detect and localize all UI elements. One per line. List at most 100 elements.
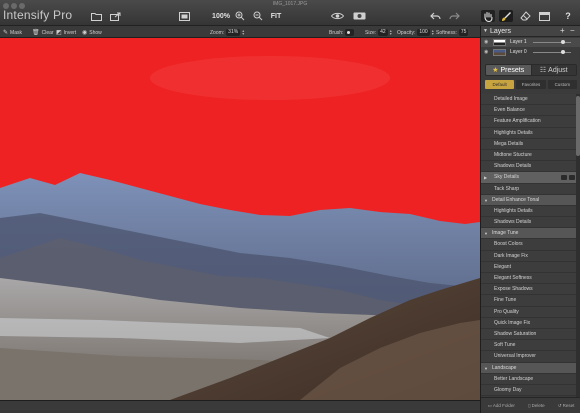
preset-item[interactable]: Tack Sharp: [481, 183, 580, 195]
layers-collapse-icon[interactable]: ▼: [483, 28, 488, 34]
layer-opacity-knob[interactable]: [561, 40, 565, 44]
zoom-stepper[interactable]: [242, 28, 246, 36]
subtab-favorites[interactable]: Favorites: [516, 80, 546, 89]
preset-favorite-icon[interactable]: [569, 175, 575, 181]
preset-label: Highlights Details: [494, 129, 533, 136]
delete-button[interactable]: ▯ Delete: [528, 403, 545, 409]
clear-button[interactable]: 🗑 Clear: [32, 29, 54, 37]
preset-scrollbar-thumb[interactable]: [576, 96, 580, 156]
preset-label: Soft Tune: [494, 342, 516, 349]
preset-item[interactable]: ▶ Sky Details: [481, 172, 580, 184]
show-mask-button[interactable]: ◉ Show: [82, 29, 102, 37]
mask-view-button[interactable]: [351, 10, 367, 22]
preset-item[interactable]: Fine Tune: [481, 295, 580, 307]
disclosure-down-icon[interactable]: ▼: [484, 195, 488, 206]
preset-edit-icon[interactable]: [561, 175, 567, 181]
preset-item[interactable]: Gloomy Day: [481, 384, 580, 397]
panel-tabs: ★ Presets ☷ Adjust: [485, 64, 577, 76]
remove-layer-icon[interactable]: −: [570, 26, 575, 35]
preset-item[interactable]: Expose Shadows: [481, 284, 580, 296]
folder-icon: [90, 12, 102, 21]
subtab-default[interactable]: Default: [485, 80, 515, 89]
disclosure-down-icon[interactable]: ▼: [484, 228, 488, 239]
reset-button[interactable]: ↺ Reset: [558, 403, 575, 409]
subtab-custom[interactable]: Custom: [547, 80, 577, 89]
zoom-value-field[interactable]: 31%: [226, 29, 241, 36]
panel-footer: ▭ Add Folder ▯ Delete ↺ Reset: [481, 397, 580, 413]
preset-item[interactable]: Shadows Details: [481, 161, 580, 173]
preset-item[interactable]: Better Landscape: [481, 373, 580, 385]
disclosure-right-icon[interactable]: ▶: [484, 172, 487, 183]
visibility-eye-icon[interactable]: ◉: [484, 39, 490, 45]
preset-item[interactable]: Mega Details: [481, 138, 580, 150]
redo-button[interactable]: [447, 10, 461, 22]
zoom-label: Zoom:: [210, 29, 225, 36]
add-folder-button[interactable]: ▭ Add Folder: [488, 403, 515, 409]
invert-button[interactable]: ◩ Invert: [56, 29, 76, 37]
preset-category[interactable]: ▼ Detail Enhance Tonal: [481, 194, 580, 206]
preset-category[interactable]: ▼ Image Tune: [481, 228, 580, 240]
eraser-tool-button[interactable]: [518, 10, 532, 22]
preset-item[interactable]: Detailed Image: [481, 94, 580, 106]
share-button[interactable]: [108, 10, 122, 22]
layout-button[interactable]: [537, 10, 551, 22]
layer-row[interactable]: ◉ Layer 1: [481, 38, 580, 47]
compare-view-button[interactable]: [177, 10, 191, 22]
image-canvas[interactable]: [0, 38, 480, 400]
zoom-100-button[interactable]: 100%: [211, 10, 231, 22]
preset-item[interactable]: Shadow Saturation: [481, 328, 580, 341]
disclosure-down-icon[interactable]: ▼: [484, 363, 488, 374]
zoom-in-icon: [235, 11, 244, 21]
layer-thumbnail: [493, 39, 506, 46]
preset-item[interactable]: Midtone Stucture: [481, 149, 580, 162]
open-folder-button[interactable]: [89, 10, 103, 22]
preset-item[interactable]: Universal Improver: [481, 351, 580, 363]
add-layer-icon[interactable]: +: [560, 26, 565, 35]
preset-item[interactable]: Even Balance: [481, 105, 580, 117]
preset-item[interactable]: Highlights Details: [481, 127, 580, 139]
eraser-icon: [519, 11, 531, 21]
preset-label: Pro Quality: [494, 308, 519, 315]
preset-label: Shadow Saturation: [494, 330, 537, 337]
share-icon: [109, 12, 120, 21]
zoom-out-button[interactable]: [251, 10, 264, 22]
preset-item[interactable]: Elegant Softness: [481, 273, 580, 285]
tab-adjust[interactable]: ☷ Adjust: [531, 64, 577, 76]
preset-item[interactable]: Quick Image Fix: [481, 317, 580, 329]
preset-item[interactable]: Dark Image Fix: [481, 250, 580, 262]
preset-item[interactable]: Shadows Details: [481, 217, 580, 229]
brush-tool-button[interactable]: [499, 10, 513, 22]
preset-item[interactable]: Feature Amplification: [481, 116, 580, 128]
preset-label: Quick Image Fix: [494, 319, 531, 326]
eye-icon: ◉: [82, 30, 88, 36]
preset-category[interactable]: ▼ Landscape: [481, 362, 580, 374]
help-button[interactable]: ?: [563, 10, 573, 22]
mask-button[interactable]: ✎ Mask: [3, 29, 22, 37]
brush-label: Brush:: [329, 29, 344, 36]
preset-item[interactable]: Boost Colors: [481, 239, 580, 251]
visibility-eye-icon[interactable]: ◉: [484, 49, 490, 55]
zoom-in-button[interactable]: [233, 10, 246, 22]
layer-name: Layer 1: [510, 39, 527, 45]
size-value-field[interactable]: 42: [378, 29, 388, 36]
panel-layout-icon: [538, 11, 550, 21]
preset-item[interactable]: Highlights Details: [481, 205, 580, 218]
layer-opacity-track: [533, 42, 571, 43]
softness-value-field[interactable]: 75: [458, 29, 469, 36]
layer-row[interactable]: ◉ Layer 0: [481, 48, 580, 57]
mask-brush-icon: ✎: [3, 30, 9, 36]
preset-label: Landscape: [492, 364, 517, 371]
preset-item[interactable]: Pro Quality: [481, 306, 580, 318]
size-stepper[interactable]: [390, 28, 394, 36]
preset-item[interactable]: Elegant: [481, 261, 580, 273]
preset-item[interactable]: Soft Tune: [481, 340, 580, 352]
fit-button[interactable]: FIT: [268, 10, 284, 22]
brush-shape-dropdown[interactable]: [345, 29, 355, 36]
opacity-value-field[interactable]: 100: [417, 29, 430, 36]
preview-toggle-button[interactable]: [329, 10, 345, 22]
hand-tool-button[interactable]: [481, 10, 495, 22]
undo-button[interactable]: [428, 10, 442, 22]
layer-opacity-knob[interactable]: [561, 50, 565, 54]
canvas-status-strip: [0, 400, 480, 413]
tab-presets[interactable]: ★ Presets: [485, 64, 532, 76]
